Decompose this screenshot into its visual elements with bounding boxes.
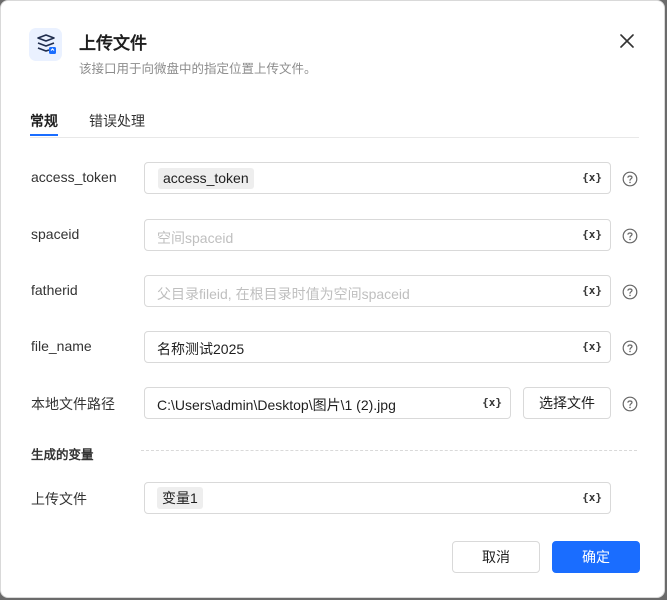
file-name-input[interactable]: 名称测试2025 {x} [144, 331, 611, 363]
upload-file-dialog: 上传文件 该接口用于向微盘中的指定位置上传文件。 常规 错误处理 access_… [0, 0, 665, 598]
confirm-button[interactable]: 确定 [552, 541, 640, 573]
close-button[interactable] [617, 31, 637, 51]
dialog-title: 上传文件 [79, 34, 147, 53]
select-file-button[interactable]: 选择文件 [523, 387, 611, 419]
generated-variables-title: 生成的变量 [31, 448, 94, 462]
access-token-label: access_token [31, 169, 117, 185]
spaceid-input[interactable]: 空间spaceid {x} [144, 219, 611, 251]
local-path-value: C:\Users\admin\Desktop\图片\1 (2).jpg [157, 397, 396, 413]
tab-bar: 常规 错误处理 [30, 101, 639, 138]
local-path-label: 本地文件路径 [31, 396, 115, 412]
close-icon [620, 34, 634, 48]
output-variable-chip[interactable]: 变量1 [157, 487, 203, 509]
cancel-button[interactable]: 取消 [452, 541, 540, 573]
help-icon[interactable] [622, 340, 638, 356]
tab-general[interactable]: 常规 [30, 111, 58, 136]
upload-box-icon [29, 28, 62, 61]
help-icon[interactable] [622, 284, 638, 300]
insert-variable-button[interactable]: {x} [482, 396, 502, 409]
fatherid-input[interactable]: 父目录fileid, 在根目录时值为空间spaceid {x} [144, 275, 611, 307]
access-token-variable-chip[interactable]: access_token [158, 168, 254, 189]
fatherid-label: fatherid [31, 282, 78, 298]
insert-variable-button[interactable]: {x} [582, 491, 602, 504]
tab-error-handling[interactable]: 错误处理 [89, 111, 145, 136]
insert-variable-button[interactable]: {x} [582, 340, 602, 353]
access-token-input[interactable]: access_token {x} [144, 162, 611, 194]
local-path-input[interactable]: C:\Users\admin\Desktop\图片\1 (2).jpg {x} [144, 387, 511, 419]
output-variable-input[interactable]: 变量1 {x} [144, 482, 611, 514]
help-icon[interactable] [622, 171, 638, 187]
help-icon[interactable] [622, 228, 638, 244]
fatherid-placeholder: 父目录fileid, 在根目录时值为空间spaceid [157, 286, 410, 302]
insert-variable-button[interactable]: {x} [582, 284, 602, 297]
section-divider [141, 450, 637, 451]
file-name-label: file_name [31, 338, 92, 354]
spaceid-label: spaceid [31, 226, 80, 242]
help-icon[interactable] [622, 396, 638, 412]
spaceid-placeholder: 空间spaceid [157, 230, 234, 246]
file-name-value: 名称测试2025 [157, 341, 245, 357]
insert-variable-button[interactable]: {x} [582, 228, 602, 241]
insert-variable-button[interactable]: {x} [582, 171, 602, 184]
dialog-subtitle: 该接口用于向微盘中的指定位置上传文件。 [79, 62, 317, 76]
output-variable-label: 上传文件 [31, 491, 87, 507]
